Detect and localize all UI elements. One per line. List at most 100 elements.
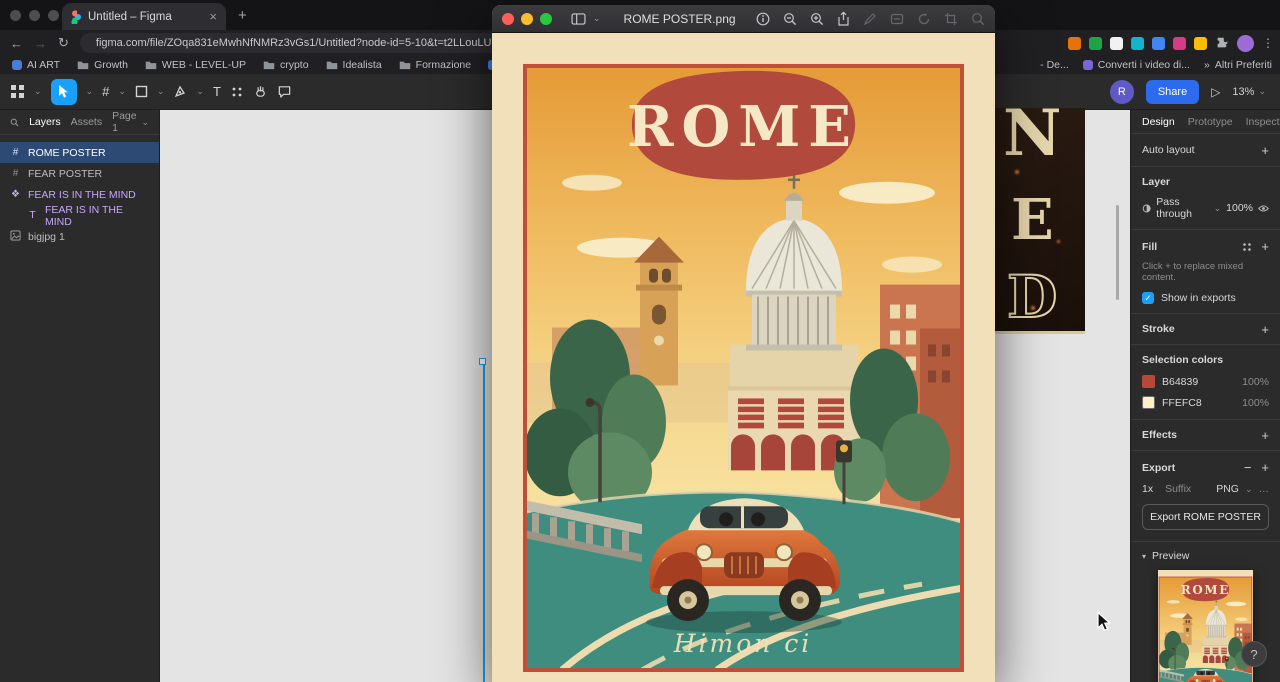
extension-icon[interactable] xyxy=(1089,36,1102,50)
extensions-puzzle-icon[interactable] xyxy=(1215,36,1229,50)
extension-icon[interactable] xyxy=(1194,36,1207,50)
bookmark-item[interactable]: Converti i video di... xyxy=(1082,59,1190,71)
extension-icon[interactable] xyxy=(1131,36,1144,50)
text-box-icon[interactable] xyxy=(890,12,904,26)
zoom-in-icon[interactable] xyxy=(810,12,824,26)
bookmark-item[interactable]: WEB - LEVEL-UP xyxy=(145,59,246,71)
tab-assets[interactable]: Assets xyxy=(71,116,103,128)
markup-pen-icon[interactable] xyxy=(863,12,877,26)
fear-poster-canvas-object[interactable]: N E D xyxy=(995,108,1085,334)
layer-row[interactable]: T FEAR IS IN THE MIND xyxy=(0,204,159,228)
chevron-down-icon[interactable]: ⌄ xyxy=(196,86,204,97)
bookmark-item[interactable]: Formazione xyxy=(399,59,471,71)
selection-handle[interactable] xyxy=(479,358,486,365)
window-close-button[interactable] xyxy=(10,10,21,21)
preview-titlebar[interactable]: ⌄ ROME POSTER.png xyxy=(492,5,995,33)
shape-tool[interactable] xyxy=(135,85,148,98)
tab-close-icon[interactable]: × xyxy=(209,9,217,24)
selection-color-row[interactable]: FFEFC8 100% xyxy=(1142,396,1269,409)
text-tool[interactable]: T xyxy=(213,84,221,99)
present-play-icon[interactable]: ▷ xyxy=(1211,85,1220,99)
search-icon[interactable] xyxy=(10,117,19,128)
url-field[interactable]: figma.com/file/ZOqa831eMwhNfNMRz3vGs1/Un… xyxy=(79,33,510,53)
visibility-eye-icon[interactable] xyxy=(1258,204,1269,213)
canvas-scrollbar[interactable] xyxy=(1116,205,1119,300)
export-more-icon[interactable]: … xyxy=(1259,483,1270,495)
main-menu-button[interactable] xyxy=(10,84,25,99)
user-avatar[interactable]: R xyxy=(1109,79,1134,104)
export-format-select[interactable]: PNG xyxy=(1216,483,1239,495)
minimize-button[interactable] xyxy=(521,12,533,25)
layer-opacity-field[interactable]: 100% xyxy=(1226,202,1253,214)
blend-mode-select[interactable]: Pass through xyxy=(1156,196,1208,220)
info-icon[interactable] xyxy=(756,12,770,26)
new-tab-button[interactable]: + xyxy=(238,7,247,25)
selection-color-row[interactable]: B64839 100% xyxy=(1142,375,1269,388)
layer-row[interactable]: # FEAR POSTER xyxy=(0,163,159,184)
extension-icon[interactable] xyxy=(1110,36,1123,50)
tab-design[interactable]: Design xyxy=(1142,116,1175,128)
forward-icon[interactable]: → xyxy=(34,36,47,51)
pen-tool[interactable] xyxy=(173,85,187,99)
zoom-out-icon[interactable] xyxy=(783,12,797,26)
chevron-down-icon[interactable]: ⌄ xyxy=(86,86,94,97)
share-button[interactable]: Share xyxy=(1145,79,1200,104)
extension-icon[interactable] xyxy=(1173,36,1186,50)
selected-frame-edge[interactable] xyxy=(483,362,492,682)
reload-icon[interactable]: ↻ xyxy=(58,35,69,51)
crop-icon[interactable] xyxy=(944,12,958,26)
add-auto-layout-icon[interactable]: + xyxy=(1261,143,1269,158)
bookmark-item[interactable]: Growth xyxy=(77,59,128,71)
remove-export-icon[interactable]: − xyxy=(1244,460,1252,475)
color-swatch[interactable] xyxy=(1142,396,1155,409)
sidebar-icon[interactable] xyxy=(571,12,586,25)
layer-row[interactable]: # ROME POSTER xyxy=(0,142,159,163)
bookmark-item[interactable]: crypto xyxy=(263,59,309,71)
hand-tool[interactable] xyxy=(253,84,268,99)
zoom-control[interactable]: 13% ⌄ xyxy=(1232,86,1266,98)
color-swatch[interactable] xyxy=(1142,375,1155,388)
export-button[interactable]: Export ROME POSTER xyxy=(1142,504,1269,530)
show-in-exports-checkbox[interactable]: ✓ xyxy=(1142,292,1154,304)
search-icon[interactable] xyxy=(971,12,985,26)
profile-avatar[interactable] xyxy=(1237,34,1254,52)
rotate-icon[interactable] xyxy=(917,12,931,26)
layer-row[interactable]: ❖ FEAR IS IN THE MIND xyxy=(0,184,159,205)
preview-disclosure-icon[interactable]: ▾ xyxy=(1142,552,1146,561)
window-zoom-button[interactable] xyxy=(48,10,59,21)
page-selector[interactable]: Page 1 ⌄ xyxy=(112,110,149,134)
frame-tool[interactable]: # xyxy=(102,84,109,99)
export-scale-select[interactable]: 1x xyxy=(1142,483,1153,495)
chevron-down-icon[interactable]: ⌄ xyxy=(593,13,601,24)
bookmark-item[interactable]: Idealista xyxy=(326,59,382,71)
tab-prototype[interactable]: Prototype xyxy=(1188,116,1233,128)
chevron-down-icon[interactable]: ⌄ xyxy=(157,86,165,97)
help-button[interactable]: ? xyxy=(1241,641,1267,667)
add-fill-icon[interactable]: + xyxy=(1261,239,1269,254)
close-button[interactable] xyxy=(502,12,514,25)
bookmark-item[interactable]: AI ART xyxy=(12,59,60,71)
zoom-button[interactable] xyxy=(540,12,552,25)
bookmark-item[interactable]: - De... xyxy=(1040,59,1069,71)
layer-row[interactable]: bigjpg 1 xyxy=(0,226,159,247)
tab-inspect[interactable]: Inspect xyxy=(1246,116,1280,128)
extension-icon[interactable] xyxy=(1068,36,1081,50)
browser-menu-icon[interactable]: ⋮ xyxy=(1262,36,1274,50)
add-export-icon[interactable]: + xyxy=(1261,460,1269,475)
chevron-down-icon[interactable]: ⌄ xyxy=(34,86,42,97)
browser-tab[interactable]: Untitled – Figma × xyxy=(62,3,226,30)
add-effect-icon[interactable]: + xyxy=(1261,428,1269,443)
export-suffix-input[interactable]: Suffix xyxy=(1165,483,1210,495)
add-stroke-icon[interactable]: + xyxy=(1261,322,1269,337)
comment-tool[interactable] xyxy=(277,84,292,99)
other-bookmarks[interactable]: » Altri Preferiti xyxy=(1204,59,1272,71)
window-minimize-button[interactable] xyxy=(29,10,40,21)
preview-window[interactable]: ⌄ ROME POSTER.png xyxy=(492,5,995,682)
extension-icon[interactable] xyxy=(1152,36,1165,50)
resources-tool[interactable] xyxy=(230,85,244,99)
back-icon[interactable]: ← xyxy=(10,36,23,51)
move-tool[interactable] xyxy=(50,78,77,105)
tab-layers[interactable]: Layers xyxy=(29,116,61,128)
styles-icon[interactable] xyxy=(1242,242,1252,252)
chevron-down-icon[interactable]: ⌄ xyxy=(118,86,126,97)
